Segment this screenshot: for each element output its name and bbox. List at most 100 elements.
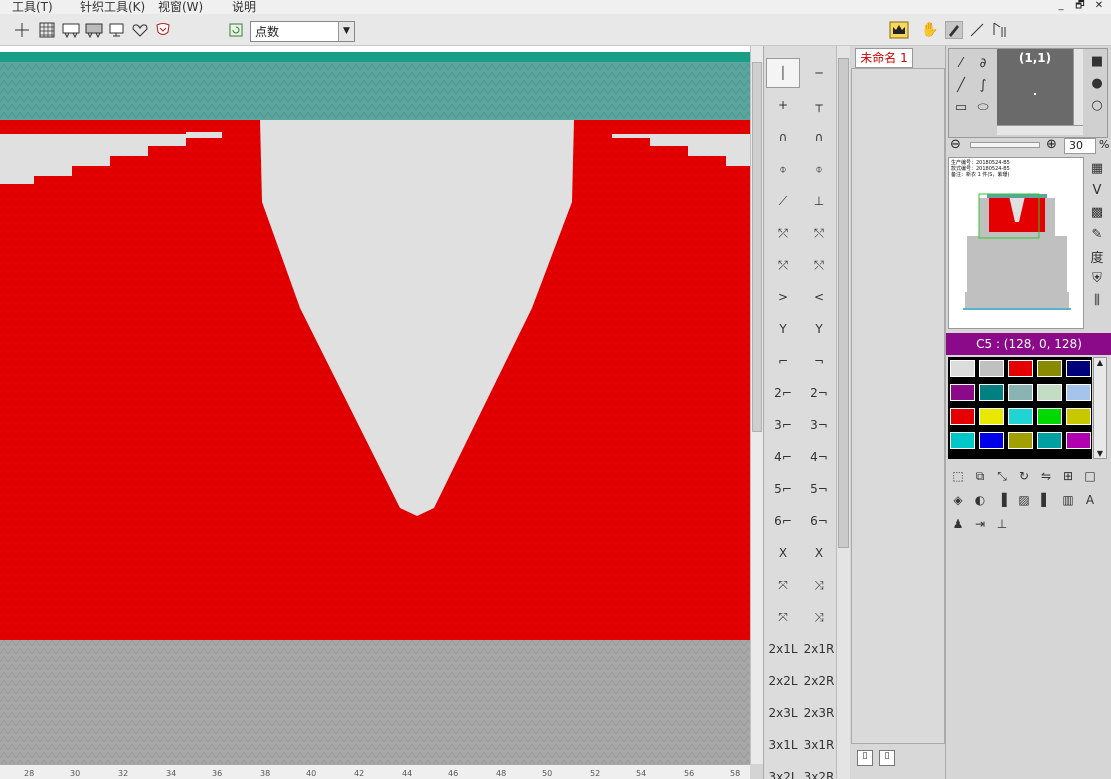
rectangle-tool-icon[interactable]: ▭ xyxy=(951,97,971,117)
stitch-symbol-button[interactable]: 2⌐ xyxy=(766,378,800,408)
color-swatch[interactable] xyxy=(1066,384,1091,401)
stitch-symbol-button[interactable]: < xyxy=(802,282,836,312)
color-swatch[interactable] xyxy=(1008,432,1033,449)
color-swatch[interactable] xyxy=(1008,384,1033,401)
cable-stitch-button[interactable]: 3x2R xyxy=(802,762,836,779)
stitch-symbol-button[interactable]: ⤲ xyxy=(802,218,836,248)
cable-stitch-button[interactable]: 3x1R xyxy=(802,730,836,760)
color-swatch[interactable] xyxy=(979,408,1004,425)
stitch-symbol-button[interactable]: > xyxy=(766,282,800,312)
plus-icon[interactable] xyxy=(12,20,32,40)
cable-stitch-button[interactable]: 2x3L xyxy=(766,698,800,728)
chevron-down-icon[interactable]: ▼ xyxy=(1094,449,1106,458)
stitch-symbol-button[interactable]: ⤱ xyxy=(766,218,800,248)
color-swatch[interactable] xyxy=(1008,360,1033,377)
stitch-symbol-button[interactable]: ┬ xyxy=(802,90,836,120)
stitch-symbol-button[interactable]: ⤨ xyxy=(802,602,836,632)
rotate-tool-icon[interactable]: ↻ xyxy=(1014,466,1034,486)
stitch-symbol-button[interactable]: 2¬ xyxy=(802,378,836,408)
column-tool-icon[interactable]: ▐ xyxy=(992,490,1012,510)
new-file-icon[interactable]: ▯ xyxy=(857,750,873,766)
stitch-symbol-button[interactable]: ∩ xyxy=(766,122,800,152)
stitch-symbol-button[interactable]: ⤱ xyxy=(766,250,800,280)
color-swatch[interactable] xyxy=(1066,408,1091,425)
stitch-symbol-button[interactable]: ⤨ xyxy=(802,570,836,600)
curve-tool-icon[interactable]: ∂ xyxy=(973,53,993,73)
align-tool-icon[interactable]: ⇥ xyxy=(970,514,990,534)
line-tool-icon[interactable]: ╱ xyxy=(951,75,971,95)
color-swatch[interactable] xyxy=(979,384,1004,401)
cable-stitch-button[interactable]: 2x1R xyxy=(802,634,836,664)
filled-circle-icon[interactable]: ● xyxy=(1087,73,1107,93)
column-split-icon[interactable]: ▌ xyxy=(1036,490,1056,510)
select-tool-icon[interactable]: ⬚ xyxy=(948,466,968,486)
brush-hscrollbar[interactable] xyxy=(997,125,1083,135)
text-tool-icon[interactable]: A xyxy=(1080,490,1100,510)
grid-icon[interactable] xyxy=(37,20,57,40)
stitch-symbol-button[interactable]: 4⌐ xyxy=(766,442,800,472)
hollow-circle-icon[interactable]: ○ xyxy=(1087,95,1107,115)
line-icon[interactable] xyxy=(967,20,987,40)
refresh-icon[interactable] xyxy=(226,20,246,40)
color-replace-icon[interactable]: ▨ xyxy=(1014,490,1034,510)
cable-stitch-button[interactable]: 2x2L xyxy=(766,666,800,696)
zoom-in-icon[interactable]: ⊕ xyxy=(1046,137,1057,152)
spline-tool-icon[interactable]: ∫ xyxy=(973,75,993,95)
stitch-symbol-button[interactable]: ¬ xyxy=(802,346,836,376)
bar-chart-icon[interactable]: ⫼ xyxy=(1087,290,1107,310)
canvas-vertical-scrollbar[interactable] xyxy=(750,46,763,764)
menu-window[interactable]: 视窗(W) xyxy=(158,0,203,15)
crown-icon[interactable] xyxy=(889,20,909,40)
cable-stitch-button[interactable]: 3x1L xyxy=(766,730,800,760)
restore-button[interactable]: 🗗 xyxy=(1073,0,1087,13)
color-swatch[interactable] xyxy=(1066,432,1091,449)
chevron-up-icon[interactable]: ▲ xyxy=(1094,358,1106,367)
frame-tool-icon[interactable]: □ xyxy=(1080,466,1100,486)
stitch-symbol-button[interactable]: ⊥ xyxy=(802,186,836,216)
color-swatch[interactable] xyxy=(950,408,975,425)
cable-stitch-button[interactable]: 3x2L xyxy=(766,762,800,779)
stitch-symbol-button[interactable]: 5¬ xyxy=(802,474,836,504)
stitch-symbol-button[interactable]: │ xyxy=(766,58,800,88)
color-swatch[interactable] xyxy=(979,432,1004,449)
stitch-pattern-icon[interactable] xyxy=(61,20,81,40)
brush-icon[interactable] xyxy=(944,20,964,40)
stitch-symbol-button[interactable]: ⌐ xyxy=(766,346,800,376)
color-swatch[interactable] xyxy=(950,360,975,377)
pattern-blocks-icon[interactable]: ▩ xyxy=(1087,202,1107,222)
stitch-symbol-button[interactable]: 6¬ xyxy=(802,506,836,536)
stitch-symbol-button[interactable]: 4¬ xyxy=(802,442,836,472)
monitor-pattern-icon[interactable] xyxy=(107,20,127,40)
cable-stitch-button[interactable]: 2x2R xyxy=(802,666,836,696)
file-tab[interactable]: 未命名 1 xyxy=(855,48,913,68)
shield-pattern-icon[interactable] xyxy=(153,20,173,40)
scrollbar-thumb[interactable] xyxy=(752,62,762,432)
degree-label[interactable]: 度 xyxy=(1087,246,1107,266)
tree-tool-icon[interactable]: ⊥ xyxy=(992,514,1012,534)
grid-view-icon[interactable]: ▦ xyxy=(1087,158,1107,178)
v-neck-icon[interactable]: V xyxy=(1087,180,1107,200)
stitch-symbol-button[interactable]: X xyxy=(802,538,836,568)
stitch-symbol-button[interactable]: ⤧ xyxy=(766,602,800,632)
fill-tool-icon[interactable]: ◈ xyxy=(948,490,968,510)
color-swatch[interactable] xyxy=(1037,408,1062,425)
stitch-symbol-button[interactable]: Y xyxy=(766,314,800,344)
color-swatch[interactable] xyxy=(950,384,975,401)
stitch-symbol-button[interactable]: 6⌐ xyxy=(766,506,800,536)
eyedropper-icon[interactable]: ◐ xyxy=(970,490,990,510)
stitch-symbol-button[interactable]: ⤲ xyxy=(802,250,836,280)
color-swatch[interactable] xyxy=(1037,360,1062,377)
menu-knit-tools[interactable]: 针织工具(K) xyxy=(80,0,145,15)
close-button[interactable]: ✕ xyxy=(1092,0,1106,13)
brush-scrollbar[interactable] xyxy=(1073,49,1083,125)
stitch-symbol-button[interactable]: 3¬ xyxy=(802,410,836,440)
filled-square-icon[interactable]: ■ xyxy=(1087,51,1107,71)
minimize-button[interactable]: _ xyxy=(1054,0,1068,13)
zoom-slider[interactable] xyxy=(970,142,1040,148)
stitch-palette-scrollbar[interactable] xyxy=(836,46,850,779)
cable-stitch-button[interactable]: 2x1L xyxy=(766,634,800,664)
stitch-symbol-button[interactable]: Y xyxy=(802,314,836,344)
shield-icon[interactable]: ⛨ xyxy=(1087,268,1107,288)
zoom-out-icon[interactable]: ⊖ xyxy=(950,137,961,152)
stitch-symbol-button[interactable]: 5⌐ xyxy=(766,474,800,504)
